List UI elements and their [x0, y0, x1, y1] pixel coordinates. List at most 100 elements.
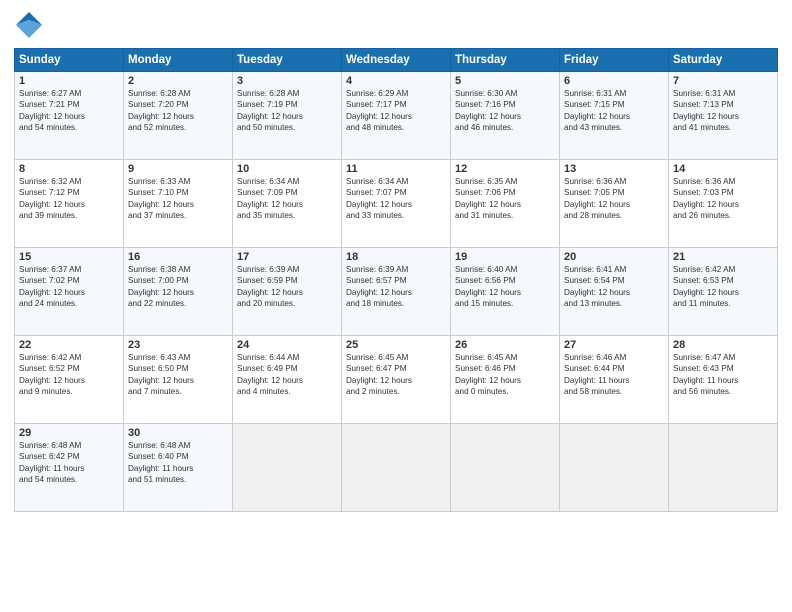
calendar-cell: 12Sunrise: 6:35 AM Sunset: 7:06 PM Dayli…: [451, 160, 560, 248]
cell-info: Sunrise: 6:32 AM Sunset: 7:12 PM Dayligh…: [19, 176, 119, 222]
cell-info: Sunrise: 6:29 AM Sunset: 7:17 PM Dayligh…: [346, 88, 446, 134]
cell-info: Sunrise: 6:39 AM Sunset: 6:57 PM Dayligh…: [346, 264, 446, 310]
day-number: 7: [673, 75, 773, 87]
day-number: 26: [455, 339, 555, 351]
day-number: 20: [564, 251, 664, 263]
calendar-cell: 1Sunrise: 6:27 AM Sunset: 7:21 PM Daylig…: [15, 72, 124, 160]
day-number: 2: [128, 75, 228, 87]
day-number: 5: [455, 75, 555, 87]
calendar-cell: 19Sunrise: 6:40 AM Sunset: 6:56 PM Dayli…: [451, 248, 560, 336]
cell-info: Sunrise: 6:36 AM Sunset: 7:05 PM Dayligh…: [564, 176, 664, 222]
calendar-cell: [233, 424, 342, 512]
cell-info: Sunrise: 6:31 AM Sunset: 7:15 PM Dayligh…: [564, 88, 664, 134]
cell-info: Sunrise: 6:47 AM Sunset: 6:43 PM Dayligh…: [673, 352, 773, 398]
cell-info: Sunrise: 6:28 AM Sunset: 7:20 PM Dayligh…: [128, 88, 228, 134]
day-number: 11: [346, 163, 446, 175]
cell-info: Sunrise: 6:30 AM Sunset: 7:16 PM Dayligh…: [455, 88, 555, 134]
day-number: 14: [673, 163, 773, 175]
day-number: 1: [19, 75, 119, 87]
calendar-cell: 18Sunrise: 6:39 AM Sunset: 6:57 PM Dayli…: [342, 248, 451, 336]
calendar-cell: 30Sunrise: 6:48 AM Sunset: 6:40 PM Dayli…: [124, 424, 233, 512]
col-header-monday: Monday: [124, 49, 233, 72]
calendar-cell: 7Sunrise: 6:31 AM Sunset: 7:13 PM Daylig…: [669, 72, 778, 160]
day-number: 22: [19, 339, 119, 351]
day-number: 27: [564, 339, 664, 351]
calendar-cell: 17Sunrise: 6:39 AM Sunset: 6:59 PM Dayli…: [233, 248, 342, 336]
col-header-thursday: Thursday: [451, 49, 560, 72]
calendar-cell: 11Sunrise: 6:34 AM Sunset: 7:07 PM Dayli…: [342, 160, 451, 248]
calendar-cell: 2Sunrise: 6:28 AM Sunset: 7:20 PM Daylig…: [124, 72, 233, 160]
day-number: 17: [237, 251, 337, 263]
day-number: 28: [673, 339, 773, 351]
logo: [14, 10, 48, 40]
day-number: 4: [346, 75, 446, 87]
cell-info: Sunrise: 6:31 AM Sunset: 7:13 PM Dayligh…: [673, 88, 773, 134]
calendar-cell: 8Sunrise: 6:32 AM Sunset: 7:12 PM Daylig…: [15, 160, 124, 248]
day-number: 29: [19, 427, 119, 439]
cell-info: Sunrise: 6:33 AM Sunset: 7:10 PM Dayligh…: [128, 176, 228, 222]
day-number: 19: [455, 251, 555, 263]
cell-info: Sunrise: 6:27 AM Sunset: 7:21 PM Dayligh…: [19, 88, 119, 134]
logo-icon: [14, 10, 44, 40]
cell-info: Sunrise: 6:37 AM Sunset: 7:02 PM Dayligh…: [19, 264, 119, 310]
calendar-cell: 4Sunrise: 6:29 AM Sunset: 7:17 PM Daylig…: [342, 72, 451, 160]
cell-info: Sunrise: 6:36 AM Sunset: 7:03 PM Dayligh…: [673, 176, 773, 222]
calendar-cell: 9Sunrise: 6:33 AM Sunset: 7:10 PM Daylig…: [124, 160, 233, 248]
cell-info: Sunrise: 6:35 AM Sunset: 7:06 PM Dayligh…: [455, 176, 555, 222]
calendar-cell: 15Sunrise: 6:37 AM Sunset: 7:02 PM Dayli…: [15, 248, 124, 336]
day-number: 6: [564, 75, 664, 87]
calendar-cell: 21Sunrise: 6:42 AM Sunset: 6:53 PM Dayli…: [669, 248, 778, 336]
day-number: 12: [455, 163, 555, 175]
day-number: 18: [346, 251, 446, 263]
day-number: 16: [128, 251, 228, 263]
cell-info: Sunrise: 6:39 AM Sunset: 6:59 PM Dayligh…: [237, 264, 337, 310]
cell-info: Sunrise: 6:42 AM Sunset: 6:53 PM Dayligh…: [673, 264, 773, 310]
day-number: 25: [346, 339, 446, 351]
calendar-cell: 20Sunrise: 6:41 AM Sunset: 6:54 PM Dayli…: [560, 248, 669, 336]
cell-info: Sunrise: 6:41 AM Sunset: 6:54 PM Dayligh…: [564, 264, 664, 310]
col-header-wednesday: Wednesday: [342, 49, 451, 72]
day-number: 23: [128, 339, 228, 351]
day-number: 8: [19, 163, 119, 175]
calendar-cell: 27Sunrise: 6:46 AM Sunset: 6:44 PM Dayli…: [560, 336, 669, 424]
day-number: 3: [237, 75, 337, 87]
calendar-cell: [451, 424, 560, 512]
cell-info: Sunrise: 6:34 AM Sunset: 7:07 PM Dayligh…: [346, 176, 446, 222]
calendar-cell: 14Sunrise: 6:36 AM Sunset: 7:03 PM Dayli…: [669, 160, 778, 248]
calendar-cell: 25Sunrise: 6:45 AM Sunset: 6:47 PM Dayli…: [342, 336, 451, 424]
calendar-cell: 6Sunrise: 6:31 AM Sunset: 7:15 PM Daylig…: [560, 72, 669, 160]
calendar-cell: 24Sunrise: 6:44 AM Sunset: 6:49 PM Dayli…: [233, 336, 342, 424]
calendar-cell: 3Sunrise: 6:28 AM Sunset: 7:19 PM Daylig…: [233, 72, 342, 160]
calendar-cell: 10Sunrise: 6:34 AM Sunset: 7:09 PM Dayli…: [233, 160, 342, 248]
day-number: 24: [237, 339, 337, 351]
day-number: 30: [128, 427, 228, 439]
cell-info: Sunrise: 6:42 AM Sunset: 6:52 PM Dayligh…: [19, 352, 119, 398]
calendar: SundayMondayTuesdayWednesdayThursdayFrid…: [14, 48, 778, 512]
calendar-cell: 23Sunrise: 6:43 AM Sunset: 6:50 PM Dayli…: [124, 336, 233, 424]
calendar-cell: 22Sunrise: 6:42 AM Sunset: 6:52 PM Dayli…: [15, 336, 124, 424]
calendar-cell: 5Sunrise: 6:30 AM Sunset: 7:16 PM Daylig…: [451, 72, 560, 160]
calendar-cell: 16Sunrise: 6:38 AM Sunset: 7:00 PM Dayli…: [124, 248, 233, 336]
cell-info: Sunrise: 6:46 AM Sunset: 6:44 PM Dayligh…: [564, 352, 664, 398]
cell-info: Sunrise: 6:28 AM Sunset: 7:19 PM Dayligh…: [237, 88, 337, 134]
cell-info: Sunrise: 6:40 AM Sunset: 6:56 PM Dayligh…: [455, 264, 555, 310]
cell-info: Sunrise: 6:48 AM Sunset: 6:40 PM Dayligh…: [128, 440, 228, 486]
calendar-cell: [560, 424, 669, 512]
day-number: 10: [237, 163, 337, 175]
calendar-cell: 13Sunrise: 6:36 AM Sunset: 7:05 PM Dayli…: [560, 160, 669, 248]
cell-info: Sunrise: 6:45 AM Sunset: 6:47 PM Dayligh…: [346, 352, 446, 398]
calendar-cell: 29Sunrise: 6:48 AM Sunset: 6:42 PM Dayli…: [15, 424, 124, 512]
col-header-sunday: Sunday: [15, 49, 124, 72]
cell-info: Sunrise: 6:43 AM Sunset: 6:50 PM Dayligh…: [128, 352, 228, 398]
day-number: 9: [128, 163, 228, 175]
day-number: 13: [564, 163, 664, 175]
cell-info: Sunrise: 6:38 AM Sunset: 7:00 PM Dayligh…: [128, 264, 228, 310]
col-header-saturday: Saturday: [669, 49, 778, 72]
col-header-friday: Friday: [560, 49, 669, 72]
cell-info: Sunrise: 6:45 AM Sunset: 6:46 PM Dayligh…: [455, 352, 555, 398]
calendar-cell: 28Sunrise: 6:47 AM Sunset: 6:43 PM Dayli…: [669, 336, 778, 424]
calendar-cell: [669, 424, 778, 512]
cell-info: Sunrise: 6:48 AM Sunset: 6:42 PM Dayligh…: [19, 440, 119, 486]
day-number: 15: [19, 251, 119, 263]
col-header-tuesday: Tuesday: [233, 49, 342, 72]
